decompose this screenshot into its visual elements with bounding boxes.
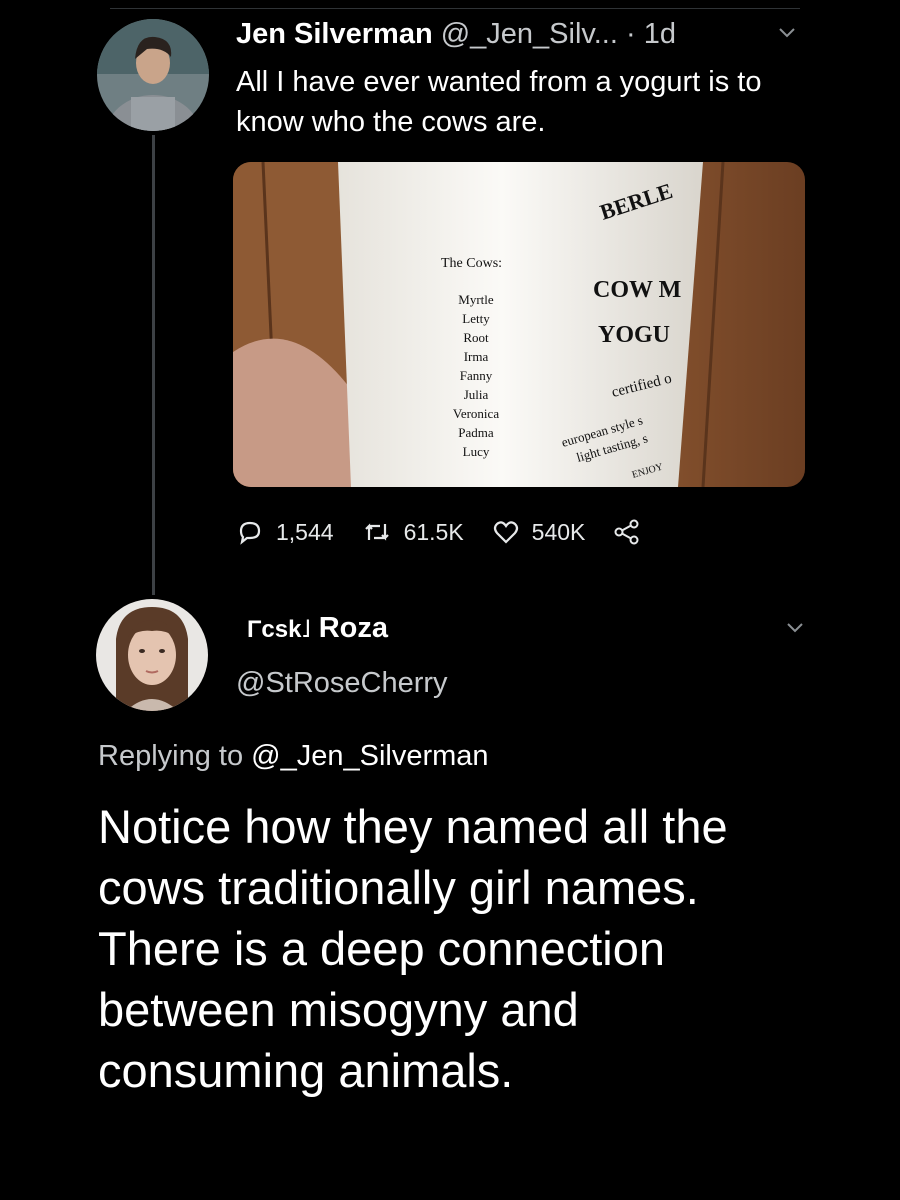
top-divider (110, 8, 800, 9)
retweet-count: 61.5K (403, 518, 464, 545)
label-product-1: COW M (593, 277, 681, 303)
replying-mention-link[interactable]: @_Jen_Silverman (251, 740, 488, 772)
tweet-photo[interactable]: The Cows: Myrtle Letty Root Irma Fanny Julia V… (233, 162, 805, 487)
author-handle[interactable]: @_Jen_Silv... (441, 18, 618, 50)
avatar[interactable] (96, 599, 208, 711)
reply-text: Notice how they named all the cows tradi… (98, 800, 728, 1097)
cow-name: Myrtle (458, 292, 494, 307)
cow-name: Letty (462, 311, 490, 326)
reply-count: 1,544 (276, 518, 334, 545)
cow-name: Julia (464, 387, 489, 402)
cow-name: Padma (458, 425, 494, 440)
like-icon (493, 521, 518, 544)
thread-connector (152, 135, 155, 595)
timestamp[interactable]: · 1d (626, 18, 676, 50)
cow-name: Lucy (463, 444, 490, 459)
cow-name: Root (463, 330, 489, 345)
like-count: 540K (531, 518, 586, 545)
retweet-icon (364, 523, 389, 541)
reply-author-name[interactable]: Γcsk˩ Roza (247, 608, 388, 650)
author-name[interactable]: Jen Silverman (236, 18, 433, 50)
replying-to: Replying to @_Jen_Silverman (98, 736, 489, 776)
replying-prefix: Replying to (98, 740, 244, 772)
label-product-2: YOGU (598, 322, 670, 348)
share-button[interactable] (613, 518, 653, 546)
reply-author-handle[interactable]: @StRoseCherry (236, 663, 448, 703)
author-tag: Γcsk˩ (247, 616, 311, 643)
chevron-down-icon[interactable] (782, 614, 808, 640)
author-name: Roza (318, 612, 389, 644)
reply-icon (239, 521, 261, 545)
cow-name: Irma (464, 349, 489, 364)
share-icon (614, 519, 639, 545)
tweet-actions: 1,544 61.5K 540K (236, 512, 653, 552)
tweet-text: All I have ever wanted from a yogurt is … (236, 66, 762, 138)
avatar[interactable] (97, 19, 209, 131)
like-button[interactable]: 540K (492, 518, 586, 546)
label-heading: The Cows: (441, 256, 502, 271)
chevron-down-icon[interactable] (774, 19, 800, 45)
retweet-button[interactable]: 61.5K (362, 518, 464, 546)
reply-button[interactable]: 1,544 (236, 518, 334, 546)
tweet-header: Jen Silverman @_Jen_Silv... · 1d (236, 14, 676, 54)
cow-name: Veronica (453, 406, 499, 421)
cow-name: Fanny (460, 368, 493, 383)
